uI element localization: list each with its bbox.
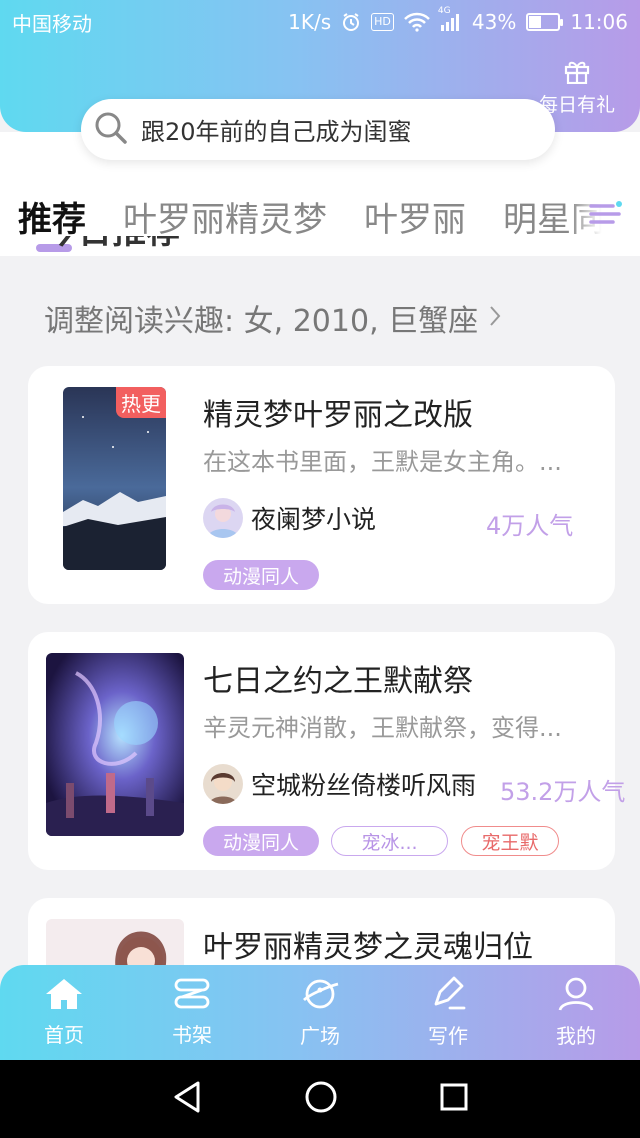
home-circle-icon[interactable]: [303, 1079, 339, 1119]
nav-label: 书架: [172, 1023, 212, 1047]
pen-icon: [428, 976, 468, 1016]
author-avatar: [203, 498, 243, 538]
author-name: 夜阑梦小说: [251, 505, 377, 534]
recent-apps-icon[interactable]: [438, 1081, 470, 1117]
tab-yeluoli[interactable]: 叶罗丽: [364, 192, 466, 241]
hot-update-badge: 热更: [116, 387, 166, 418]
book-card[interactable]: 七日之约之王默献祭 辛灵元神消散，王默献祭，变得... 空城粉丝倚楼听风雨 53…: [28, 632, 625, 870]
book-title: 精灵梦叶罗丽之改版: [203, 398, 473, 433]
planet-icon: [300, 976, 340, 1016]
nav-square[interactable]: 广场: [256, 965, 384, 1060]
nav-label: 广场: [300, 1024, 340, 1048]
carrier-name: 中国移动: [12, 11, 92, 36]
book-cover: 热更: [63, 387, 166, 570]
book-cover: [46, 653, 184, 836]
back-icon[interactable]: [170, 1079, 204, 1119]
menu-icon: [587, 198, 623, 234]
clock: 11:06: [570, 10, 628, 34]
author-row: 夜阑梦小说: [203, 498, 376, 538]
search-placeholder: 跟20年前的自己成为闺蜜: [141, 118, 412, 146]
battery-icon: [526, 13, 564, 31]
home-icon: [44, 977, 84, 1015]
genre-tag[interactable]: 动漫同人: [203, 826, 319, 856]
bookshelf-icon: [172, 977, 212, 1015]
nav-home[interactable]: 首页: [0, 965, 128, 1060]
network-speed: 1K/s: [288, 10, 332, 34]
popularity: 53.2万人气: [500, 778, 626, 806]
battery-fill: [529, 16, 542, 28]
book-description: 辛灵元神消散，王默献祭，变得...: [203, 714, 562, 742]
author-row: 空城粉丝倚楼听风雨: [203, 764, 476, 804]
bottom-navigation: 首页 书架 广场 写作 我的: [0, 965, 640, 1060]
nav-label: 写作: [428, 1024, 468, 1048]
alarm-icon: [341, 12, 361, 32]
reading-preference-link[interactable]: 调整阅读兴趣: 女, 2010, 巨蟹座: [44, 296, 502, 340]
hd-icon: HD: [371, 13, 394, 31]
nav-write[interactable]: 写作: [384, 965, 512, 1060]
tab-menu-button[interactable]: [570, 186, 640, 246]
search-bar[interactable]: 跟20年前的自己成为闺蜜: [81, 99, 555, 160]
nav-profile[interactable]: 我的: [512, 965, 640, 1060]
chevron-right-icon: [488, 301, 502, 336]
system-navigation-bar: [0, 1060, 640, 1138]
user-icon: [556, 976, 596, 1016]
network-type: 4G: [437, 6, 451, 16]
book-title: 七日之约之王默献祭: [203, 664, 473, 699]
gift-icon: [563, 61, 591, 88]
author-avatar: [203, 764, 243, 804]
wifi-icon: [404, 12, 430, 32]
nav-label: 首页: [44, 1023, 84, 1047]
nav-bookshelf[interactable]: 书架: [128, 965, 256, 1060]
section-title: 今日推荐: [44, 236, 180, 258]
tab-yeluoli-jinglingmeng[interactable]: 叶罗丽精灵梦: [123, 192, 327, 241]
popularity: 4万人气: [486, 512, 574, 540]
book-card[interactable]: 热更 精灵梦叶罗丽之改版 在这本书里面，王默是女主角。... 夜阑梦小说 4万人…: [28, 366, 615, 604]
tag[interactable]: 宠冰...: [331, 826, 448, 856]
status-bar: 中国移动 1K/s HD 4G 43% 11:06: [0, 0, 640, 44]
genre-tag[interactable]: 动漫同人: [203, 560, 319, 590]
tag[interactable]: 宠王默: [461, 826, 559, 856]
search-icon: [93, 110, 129, 150]
nav-label: 我的: [556, 1024, 596, 1048]
battery-percent: 43%: [471, 10, 517, 34]
reading-preference-text: 调整阅读兴趣: 女, 2010, 巨蟹座: [44, 304, 479, 339]
tab-recommend[interactable]: 推荐: [18, 192, 86, 241]
signal-icon: 4G: [438, 6, 462, 32]
book-description: 在这本书里面，王默是女主角。...: [203, 448, 562, 476]
book-title: 叶罗丽精灵梦之灵魂归位: [203, 930, 533, 965]
author-name: 空城粉丝倚楼听风雨: [251, 771, 477, 800]
